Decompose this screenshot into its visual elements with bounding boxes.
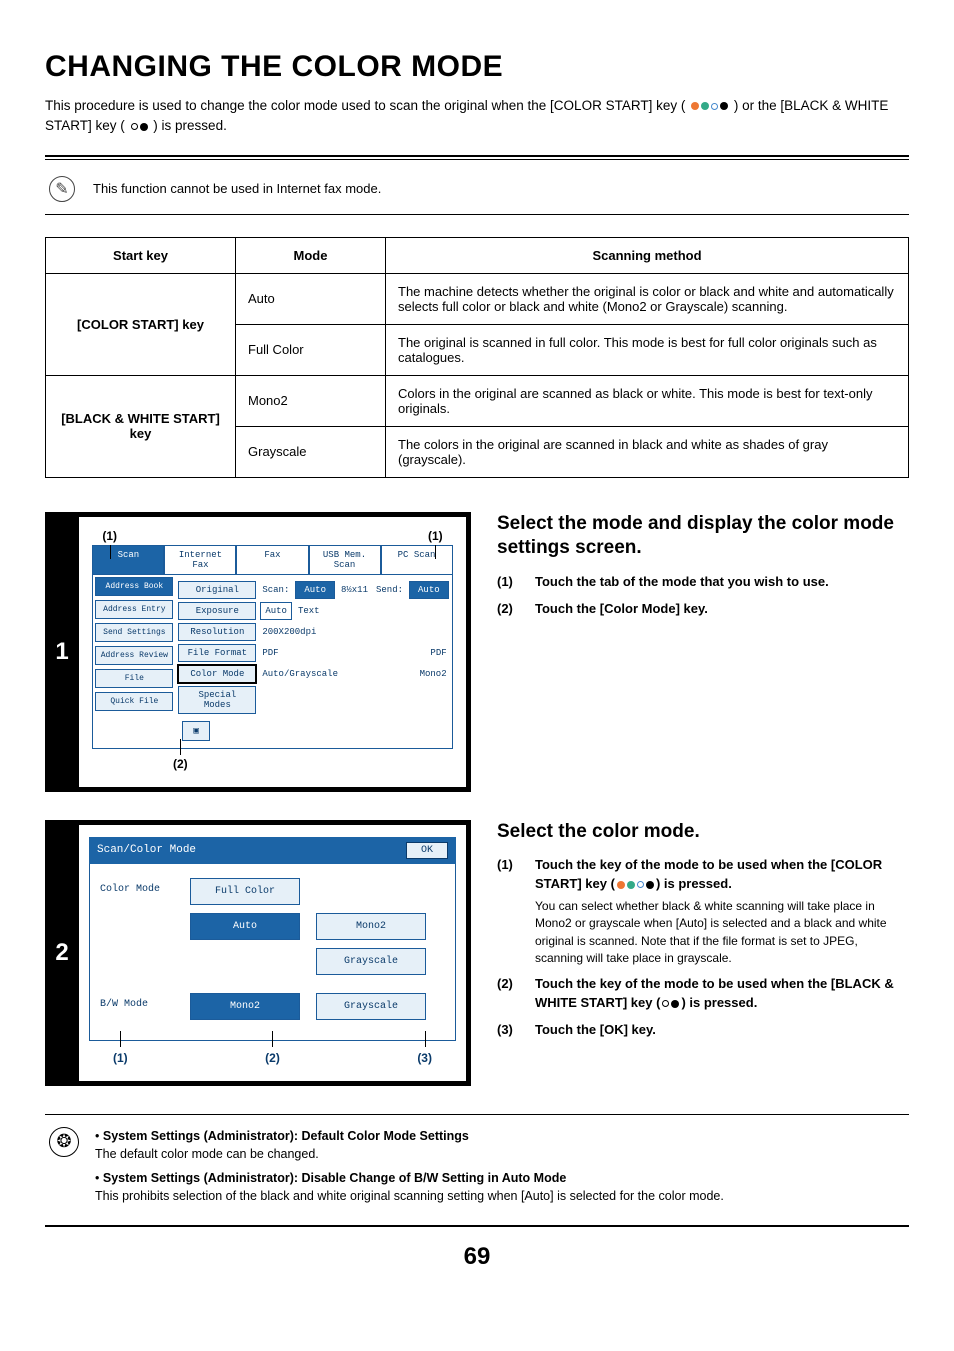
step-number: 1 [45,512,79,792]
opt-full-color[interactable]: Full Color [190,878,300,905]
exposure-type: Text [296,603,322,619]
row-bw-key: [BLACK & WHITE START] key [46,375,236,477]
color-start-icon [691,102,728,110]
resolution-val: 200X200dpi [260,624,318,640]
callout-2: (2) [265,1051,280,1065]
step1-item1-txt: Touch the tab of the mode that you wish … [535,574,829,589]
step-1: 1 (1) (1) Scan Internet Fax Fax USB Mem.… [45,512,909,792]
cell-mode: Full Color [236,324,386,375]
side-address-book[interactable]: Address Book [95,577,173,596]
specialmodes-button[interactable]: Special Modes [178,686,256,714]
cell-method: The original is scanned in full color. T… [386,324,909,375]
tab-pcscan[interactable]: PC Scan [381,545,453,574]
callout-2: (2) [173,757,188,771]
step-2-screenshot: Scan/Color Mode OK Color Mode Full Color… [79,820,471,1086]
colormode-val2: Mono2 [418,666,449,682]
side-quick-file[interactable]: Quick File [95,692,173,711]
callout-1: (1) [113,1051,128,1065]
tab-usb[interactable]: USB Mem. Scan [309,545,381,574]
color-start-icon [617,881,654,889]
step2-item2-bold-b: ) is pressed. [681,995,757,1010]
step1-item2-txt: Touch the [Color Mode] key. [535,601,708,616]
modes-table: Start key Mode Scanning method [COLOR ST… [45,237,909,478]
original-auto[interactable]: Auto [295,581,335,599]
sys-2-title: System Settings (Administrator): Disable… [103,1171,566,1185]
page-number: 69 [45,1243,909,1271]
original-size: 8½x11 [339,582,370,598]
step-2: 2 Scan/Color Mode OK Color Mode Full Col… [45,820,909,1086]
callout-1a: (1) [102,529,117,543]
side-send-settings[interactable]: Send Settings [95,623,173,642]
tab-ifax[interactable]: Internet Fax [164,545,236,574]
step2-item1-sub: You can select whether black & white sca… [535,898,909,968]
step2-item3-no: (3) [497,1021,525,1040]
bw-mode-label: B/W Mode [100,993,180,1010]
colormode-button[interactable]: Color Mode [178,665,256,683]
fileformat-button[interactable]: File Format [178,644,256,662]
opt-bw-grayscale[interactable]: Grayscale [316,993,426,1020]
cell-mode: Grayscale [236,426,386,477]
opt-mono2[interactable]: Mono2 [316,913,426,940]
intro-text-c: ) is pressed. [153,118,227,133]
step2-item3-bold: Touch the [OK] key. [535,1022,656,1037]
note-block: ✎ This function cannot be used in Intern… [45,176,909,215]
original-button[interactable]: Original [178,581,256,599]
dialog-title: Scan/Color Mode [97,844,196,856]
cell-method: The colors in the original are scanned i… [386,426,909,477]
colormode-val1: Auto/Grayscale [260,666,340,682]
original-send-val[interactable]: Auto [409,581,449,599]
step-2-title: Select the color mode. [497,820,909,845]
sys-1-desc: The default color mode can be changed. [95,1147,319,1161]
callout-3: (3) [417,1051,432,1065]
step-number: 2 [45,820,79,1086]
mode-tabs: Scan Internet Fax Fax USB Mem. Scan PC S… [92,545,452,574]
side-address-entry[interactable]: Address Entry [95,600,173,619]
step1-item1-no: (1) [497,573,525,592]
gear-icon: ❂ [49,1127,79,1157]
page-title: CHANGING THE COLOR MODE [45,50,909,84]
cell-method: The machine detects whether the original… [386,273,909,324]
color-mode-label: Color Mode [100,878,180,895]
step-1-screenshot: (1) (1) Scan Internet Fax Fax USB Mem. S… [79,512,471,792]
exposure-val: Auto [260,602,292,620]
th-mode: Mode [236,237,386,273]
pencil-icon: ✎ [49,176,75,202]
step2-item2-no: (2) [497,975,525,1013]
side-address-review[interactable]: Address Review [95,646,173,665]
side-file[interactable]: File [95,669,173,688]
fileformat-val2: PDF [428,645,448,661]
opt-auto[interactable]: Auto [190,913,300,940]
tab-fax[interactable]: Fax [236,545,308,574]
step1-item2-no: (2) [497,600,525,619]
intro-text-a: This procedure is used to change the col… [45,98,685,113]
preview-button[interactable]: ▣ [182,721,209,741]
exposure-button[interactable]: Exposure [178,602,256,620]
resolution-button[interactable]: Resolution [178,623,256,641]
step-1-title: Select the mode and display the color mo… [497,512,909,561]
ok-button[interactable]: OK [406,842,448,859]
bw-start-icon [662,1000,679,1008]
th-startkey: Start key [46,237,236,273]
cell-method: Colors in the original are scanned as bl… [386,375,909,426]
th-method: Scanning method [386,237,909,273]
callout-1b: (1) [428,529,443,543]
opt-grayscale[interactable]: Grayscale [316,948,426,975]
original-scan-label: Scan: [260,582,291,598]
bw-start-icon [131,123,148,131]
tab-scan[interactable]: Scan [92,545,164,574]
fileformat-val1: PDF [260,645,280,661]
step2-item1-bold-b: ) is pressed. [656,876,732,891]
cell-mode: Auto [236,273,386,324]
row-color-key: [COLOR START] key [46,273,236,375]
note-text: This function cannot be used in Internet… [93,181,381,196]
cell-mode: Mono2 [236,375,386,426]
intro-paragraph: This procedure is used to change the col… [45,96,909,137]
original-send-label: Send: [374,582,405,598]
step2-item1-no: (1) [497,856,525,967]
sys-2-desc: This prohibits selection of the black an… [95,1189,724,1203]
system-settings-block: ❂ • System Settings (Administrator): Def… [45,1114,909,1228]
opt-bw-mono2[interactable]: Mono2 [190,993,300,1020]
divider [45,155,909,160]
sys-1-title: System Settings (Administrator): Default… [103,1129,469,1143]
